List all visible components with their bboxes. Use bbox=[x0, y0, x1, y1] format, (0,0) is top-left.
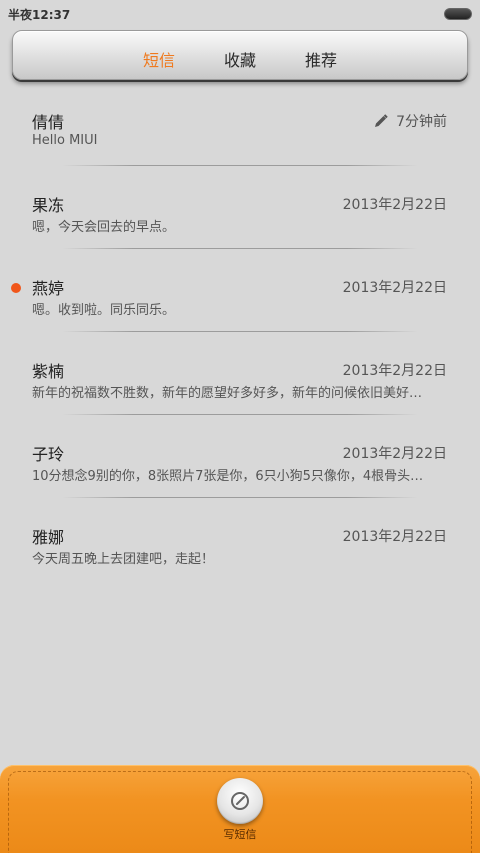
message-time-text: 7分钟前 bbox=[396, 114, 447, 130]
message-snippet: 嗯。收到啦。同乐同乐。 bbox=[32, 303, 176, 318]
message-snippet: 今天周五晚上去团建吧，走起！ bbox=[32, 552, 215, 567]
conversation-item[interactable]: 雅娜 2013年2月22日 今天周五晚上去团建吧，走起！ bbox=[0, 498, 480, 581]
contact-name: 子玲 bbox=[32, 445, 65, 464]
conversation-item[interactable]: 倩倩 7分钟前 Hello MIUI bbox=[0, 83, 480, 166]
contact-name: 紫楠 bbox=[32, 362, 65, 381]
message-snippet: 10分想念9别的你，8张照片7张是你，6只小狗5只像你，4根骨头… bbox=[32, 469, 424, 484]
message-time: 2013年2月22日 bbox=[342, 363, 447, 379]
message-snippet: 新年的祝福数不胜数，新年的愿望好多好多，新年的问候依旧美好… bbox=[32, 386, 423, 401]
compose-label: 写短信 bbox=[223, 828, 257, 841]
message-time: 7分钟前 bbox=[374, 111, 447, 131]
tab-recommended[interactable]: 推荐 bbox=[305, 47, 337, 71]
contact-name: 果冻 bbox=[32, 196, 65, 215]
message-time: 2013年2月22日 bbox=[342, 280, 447, 296]
status-time: 半夜12:37 bbox=[8, 8, 71, 22]
unread-dot-icon bbox=[11, 283, 21, 293]
message-time: 2013年2月22日 bbox=[342, 197, 447, 213]
conversation-item[interactable]: 果冻 2013年2月22日 嗯，今天会回去的早点。 bbox=[0, 166, 480, 249]
tab-favorites[interactable]: 收藏 bbox=[224, 47, 256, 71]
contact-name: 倩倩 bbox=[32, 113, 65, 132]
contact-name: 雅娜 bbox=[32, 528, 65, 547]
message-snippet: 嗯，今天会回去的早点。 bbox=[32, 220, 176, 235]
draft-pencil-icon bbox=[375, 114, 388, 127]
tab-bar: 短信 收藏 推荐 bbox=[12, 30, 468, 80]
compose-icon bbox=[231, 792, 249, 810]
conversation-item[interactable]: 紫楠 2013年2月22日 新年的祝福数不胜数，新年的愿望好多好多，新年的问候依… bbox=[0, 332, 480, 415]
battery-icon bbox=[444, 8, 472, 20]
compose-button[interactable] bbox=[217, 778, 263, 824]
message-snippet: Hello MIUI bbox=[32, 133, 98, 148]
tab-messages[interactable]: 短信 bbox=[143, 47, 175, 71]
contact-name: 燕婷 bbox=[32, 279, 65, 298]
conversation-item[interactable]: 燕婷 2013年2月22日 嗯。收到啦。同乐同乐。 bbox=[0, 249, 480, 332]
message-time: 2013年2月22日 bbox=[342, 529, 447, 545]
conversation-list: 倩倩 7分钟前 Hello MIUI 果冻 2013年2月22日 嗯，今天会回去… bbox=[0, 83, 480, 581]
conversation-item[interactable]: 子玲 2013年2月22日 10分想念9别的你，8张照片7张是你，6只小狗5只像… bbox=[0, 415, 480, 498]
message-time: 2013年2月22日 bbox=[342, 446, 447, 462]
status-bar: 半夜12:37 bbox=[0, 0, 480, 28]
